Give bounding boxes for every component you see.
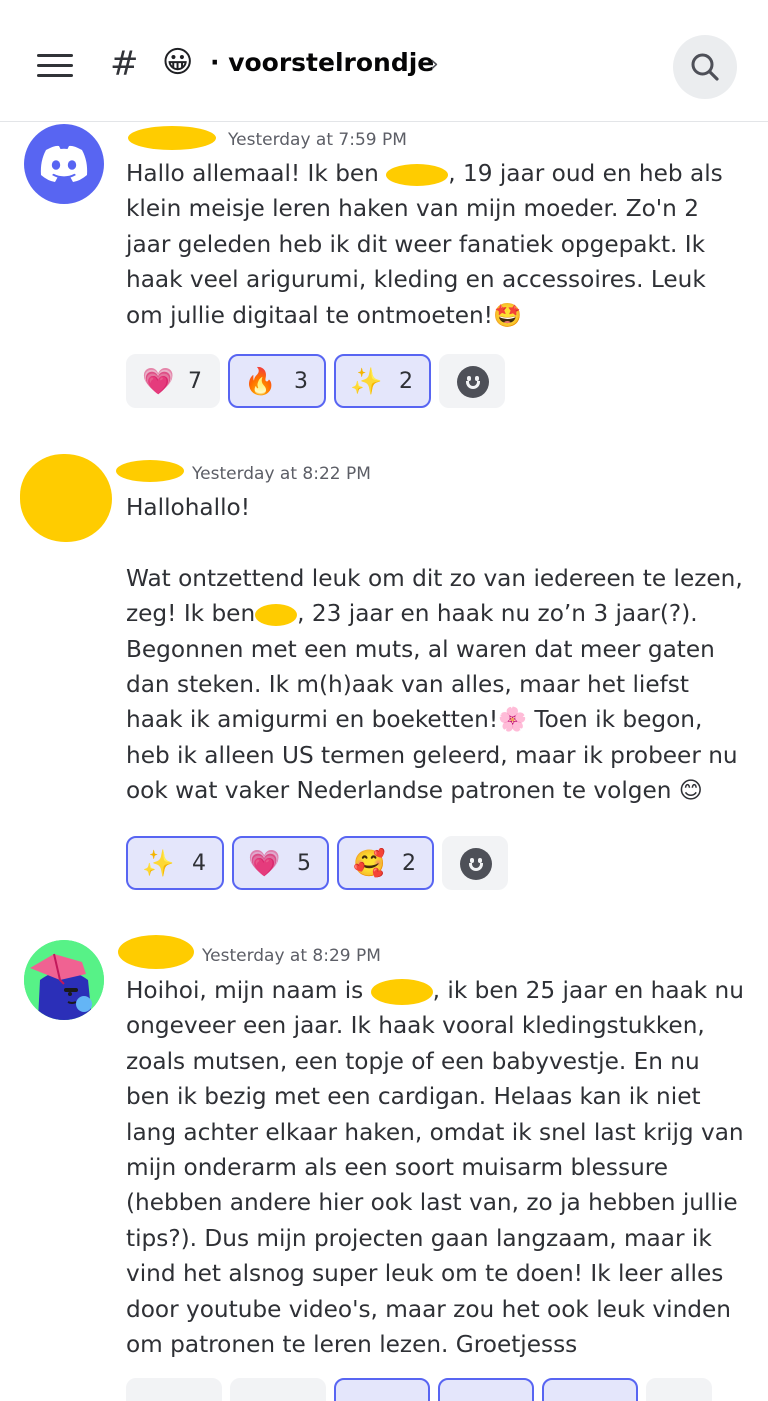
message-timestamp: Yesterday at 8:29 PM bbox=[202, 946, 381, 966]
text-segment: Hoihoi, mijn naam is bbox=[126, 977, 371, 1004]
message-content: Hallo allemaal! Ik ben , 19 jaar oud en … bbox=[126, 156, 746, 333]
reaction-count: 5 bbox=[297, 851, 311, 876]
reaction-sparkles[interactable]: ✨ 4 bbox=[126, 836, 224, 890]
add-reaction-button[interactable] bbox=[442, 836, 508, 890]
redacted-name bbox=[255, 603, 298, 626]
message-timestamp: Yesterday at 8:22 PM bbox=[192, 464, 371, 484]
message-content: Hallohallo! Wat ontzettend leuk om dit z… bbox=[126, 490, 746, 809]
add-reaction-button[interactable] bbox=[646, 1378, 712, 1401]
channel-name[interactable]: · voorstelrondje bbox=[210, 48, 434, 77]
reaction-count: 7 bbox=[188, 369, 202, 394]
text-segment: , ik ben 25 jaar en haak nu ongeveer een… bbox=[126, 977, 752, 1359]
add-reaction-icon bbox=[457, 366, 489, 398]
fire-icon: 🔥 bbox=[244, 367, 277, 397]
avatar[interactable] bbox=[24, 124, 104, 204]
reaction-heart[interactable]: 💗 5 bbox=[232, 836, 329, 890]
author-name-redacted[interactable] bbox=[128, 126, 216, 150]
redacted-name bbox=[370, 978, 433, 1005]
text-segment: Hallo allemaal! Ik ben bbox=[126, 160, 387, 187]
author-name-redacted[interactable] bbox=[118, 935, 194, 969]
smiling-face-with-hearts-icon: 🥰 bbox=[353, 849, 386, 879]
reaction-sparkles[interactable]: ✨ 2 bbox=[334, 354, 431, 408]
channel-emoji: 😀 bbox=[162, 45, 194, 80]
reaction-count: 2 bbox=[402, 851, 416, 876]
chevron-right-icon[interactable]: › bbox=[430, 52, 439, 77]
reaction-count: 2 bbox=[399, 369, 413, 394]
reaction-smiling-hearts[interactable]: 🥰 2 bbox=[337, 836, 434, 890]
author-name-redacted[interactable] bbox=[116, 460, 184, 482]
sparkling-heart-icon: 💗 bbox=[248, 849, 281, 879]
sparkling-heart-icon: 💗 bbox=[142, 367, 175, 397]
message-timestamp: Yesterday at 7:59 PM bbox=[228, 130, 407, 150]
discord-logo-icon bbox=[40, 145, 88, 182]
avatar[interactable] bbox=[24, 940, 104, 1020]
reaction-count: 4 bbox=[192, 851, 206, 876]
reaction-partial[interactable] bbox=[438, 1378, 534, 1401]
hash-icon: # bbox=[110, 44, 139, 84]
hamburger-menu-icon[interactable] bbox=[37, 54, 73, 80]
reaction-heart[interactable]: 💗 7 bbox=[126, 354, 220, 408]
channel-header: # 😀 · voorstelrondje › bbox=[0, 0, 768, 122]
reaction-partial[interactable] bbox=[230, 1378, 326, 1401]
reaction-partial[interactable] bbox=[334, 1378, 430, 1401]
add-reaction-button[interactable] bbox=[439, 354, 505, 408]
avatar-redacted[interactable] bbox=[20, 454, 112, 542]
reaction-partial[interactable] bbox=[542, 1378, 638, 1401]
sparkles-icon: ✨ bbox=[142, 849, 175, 879]
character-avatar-icon bbox=[24, 940, 104, 1020]
reaction-count: 3 bbox=[294, 369, 308, 394]
text-segment: Hallohallo! bbox=[126, 494, 250, 521]
add-reaction-icon bbox=[460, 848, 492, 880]
sparkles-icon: ✨ bbox=[350, 367, 383, 397]
text-segment: , 23 jaar en haak nu zo’n 3 jaar(?). Beg… bbox=[126, 600, 745, 805]
search-button[interactable] bbox=[673, 35, 737, 99]
reaction-partial[interactable] bbox=[126, 1378, 222, 1401]
message-content: Hoihoi, mijn naam is , ik ben 25 jaar en… bbox=[126, 973, 746, 1362]
reaction-fire[interactable]: 🔥 3 bbox=[228, 354, 326, 408]
reaction-bar-partial bbox=[126, 1378, 726, 1401]
redacted-name bbox=[386, 163, 449, 186]
search-icon bbox=[691, 53, 719, 81]
